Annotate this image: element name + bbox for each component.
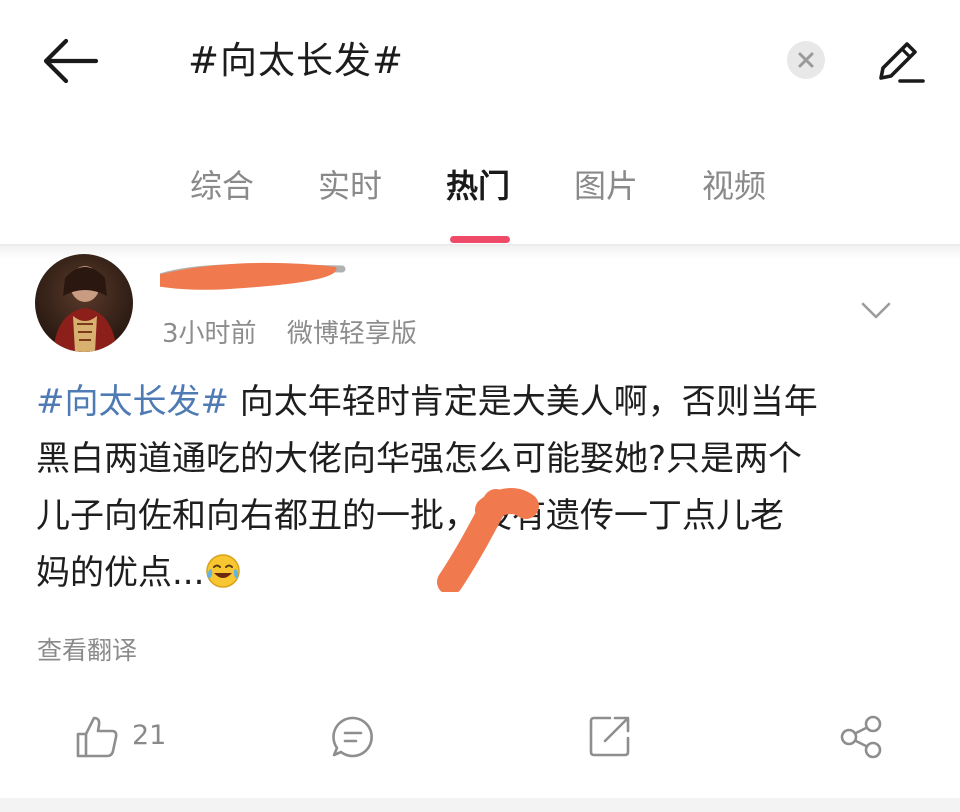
post-line-4: 妈的优点... — [36, 545, 936, 602]
post-text-segment: 妈的优点... — [36, 553, 205, 593]
active-tab-indicator — [450, 236, 510, 243]
back-button[interactable] — [40, 36, 100, 86]
search-header: #向太长发# — [0, 0, 960, 120]
search-query[interactable]: #向太长发# — [188, 36, 404, 86]
redaction-scribble — [160, 262, 346, 290]
post-line-3: 儿子向佐和向右都丑的一批，没有遗传一丁点儿老 — [36, 496, 784, 536]
tab-images[interactable]: 图片 — [574, 160, 638, 212]
result-tabs: 综合 实时 热门 图片 视频 — [0, 160, 960, 244]
tab-realtime[interactable]: 实时 — [318, 160, 382, 212]
share-nodes-icon — [840, 715, 882, 759]
post-text: #向太长发# 向太年轻时肯定是大美人啊，否则当年 黑白两道通吃的大佬向华强怎么可… — [36, 374, 936, 602]
post-time: 3小时前 — [162, 319, 257, 349]
username[interactable] — [160, 255, 350, 299]
like-count: 21 — [132, 720, 167, 751]
comment-bubble-icon — [332, 716, 373, 758]
post-line-1: #向太长发# 向太年轻时肯定是大美人啊，否则当年 — [36, 374, 936, 431]
post-line-2: 黑白两道通吃的大佬向华强怎么可能娶她?只是两个 — [36, 439, 803, 479]
feed-separator — [0, 798, 960, 812]
like-button[interactable]: 21 — [74, 708, 194, 764]
repost-button[interactable] — [588, 708, 636, 764]
avatar-image — [35, 254, 133, 352]
compose-button[interactable] — [873, 34, 927, 88]
tab-videos[interactable]: 视频 — [702, 160, 766, 212]
repost-arrow-icon — [589, 716, 630, 757]
comment-button[interactable] — [330, 708, 378, 764]
thumbs-up-icon — [76, 716, 118, 758]
clear-x-icon — [798, 52, 814, 68]
tab-hot[interactable]: 热门 — [446, 160, 510, 212]
post-meta: 3小时前 微博轻享版 — [162, 314, 417, 354]
hashtag-link[interactable]: #向太长发# — [36, 382, 229, 422]
view-translation-link[interactable]: 查看翻译 — [37, 632, 137, 670]
post-source[interactable]: 微博轻享版 — [287, 319, 417, 349]
laughing-tears-emoji — [206, 554, 241, 588]
more-options-button[interactable] — [858, 292, 894, 328]
tab-comprehensive[interactable]: 综合 — [190, 160, 254, 212]
header-shadow — [0, 246, 960, 260]
post-text-segment: 向太年轻时肯定是大美人啊，否则当年 — [228, 382, 818, 422]
clear-search-button[interactable] — [787, 41, 825, 79]
arrow-left-icon — [43, 38, 99, 84]
share-button[interactable] — [838, 708, 886, 764]
chevron-down-icon — [861, 302, 891, 319]
avatar[interactable] — [35, 254, 133, 352]
pencil-icon — [879, 42, 925, 83]
